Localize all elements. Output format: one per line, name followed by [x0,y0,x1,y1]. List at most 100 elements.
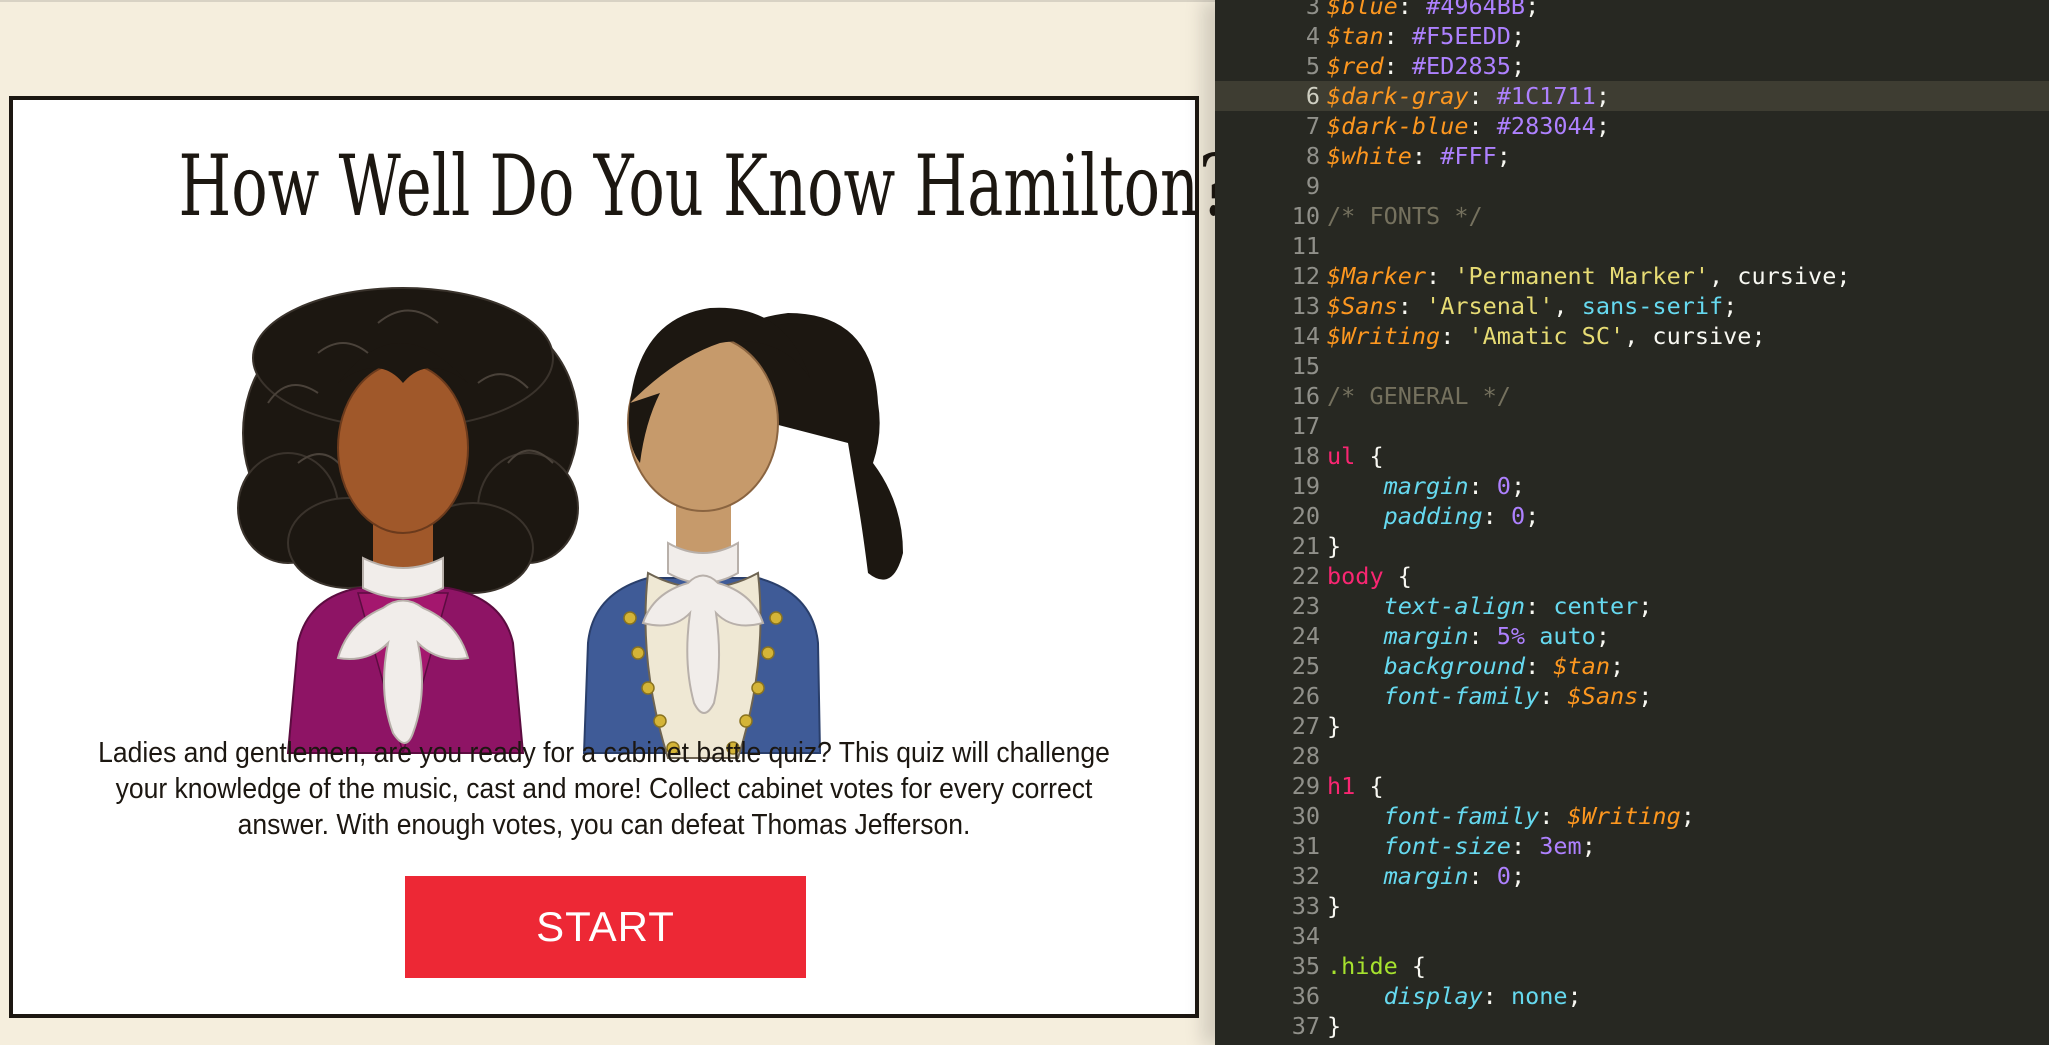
code-line[interactable]: 20 padding: 0; [1215,501,2049,531]
code-line[interactable]: 21} [1215,531,2049,561]
hamilton-figure [582,307,903,759]
code-line[interactable]: 4 $tan: #F5EEDD; [1215,21,2049,51]
start-button[interactable]: START [405,876,806,978]
code-token: : [1383,22,1412,50]
code-line[interactable]: 26 font-family: $Sans; [1215,681,2049,711]
code-text: h1 { [1327,771,1384,801]
code-token: $white [1327,142,1412,170]
code-line[interactable]: 9 [1215,171,2049,201]
code-line[interactable]: 6 $dark-gray: #1C1711; [1215,81,2049,111]
line-number: 11 [1291,232,1320,260]
code-line[interactable]: 37} [1215,1011,2049,1041]
code-token: } [1327,892,1342,920]
line-number: 32 [1291,862,1320,890]
code-line[interactable]: 28 [1215,741,2049,771]
code-line[interactable]: 5 $red: #ED2835; [1215,51,2049,81]
code-line[interactable]: 31 font-size: 3em; [1215,831,2049,861]
code-token: font-family [1383,682,1540,710]
code-line[interactable]: 19 margin: 0; [1215,471,2049,501]
code-line[interactable]: 11 [1215,231,2049,261]
code-line[interactable]: 3 $blue: #4964BB; [1215,0,2049,21]
code-line[interactable]: 22 body { [1215,561,2049,591]
code-editor[interactable]: 3 $blue: #4964BB; 4 $tan: #F5EEDD; 5 $red: #E… [1215,0,2049,1045]
line-number: 17 [1291,412,1320,440]
code-token: 3em [1539,832,1582,860]
code-line[interactable]: 14 $Writing: 'Amatic SC', cursive; [1215,321,2049,351]
line-number: 37 [1291,1012,1320,1040]
code-line[interactable]: 10/* FONTS */ [1215,201,2049,231]
code-text: $red: #ED2835; [1327,51,1525,81]
code-line[interactable]: 25 background: $tan; [1215,651,2049,681]
code-token: margin [1383,622,1469,650]
code-text: font-size: 3em; [1327,831,1596,861]
code-token: margin [1383,862,1469,890]
code-line[interactable]: 27} [1215,711,2049,741]
intro-paragraph: Ladies and gentlemen, are you ready for … [98,737,1110,841]
code-line[interactable]: 35 .hide { [1215,951,2049,981]
code-text: font-family: $Writing; [1327,801,1695,831]
line-number: 26 [1291,682,1320,710]
code-token: : [1482,982,1511,1010]
code-text: /* FONTS */ [1327,201,1483,231]
code-token: 0 [1510,502,1526,530]
code-token: } [1327,712,1342,740]
code-token: none [1510,982,1568,1010]
line-number: 6 [1305,82,1320,110]
code-token: $blue [1327,0,1398,20]
line-number: 13 [1291,292,1320,320]
code-text: $tan: #F5EEDD; [1327,21,1525,51]
code-token: : [1468,82,1497,110]
code-line[interactable]: 36 display: none; [1215,981,2049,1011]
code-text: $Marker: 'Permanent Marker', cursive; [1327,261,1851,291]
code-token: $dark-blue [1327,112,1469,140]
code-token: h1 [1327,772,1356,800]
code-token: .hide [1327,952,1398,980]
code-line[interactable]: 24 margin: 5% auto; [1215,621,2049,651]
code-token: ; [1510,862,1526,890]
code-text: margin: 0; [1327,861,1526,891]
code-token: , [1553,292,1582,320]
code-token: : [1468,112,1497,140]
code-line[interactable]: 38 [1215,1041,2049,1045]
code-token: #F5EEDD [1411,22,1511,50]
code-token: #1C1711 [1496,82,1596,110]
code-line[interactable]: 13 $Sans: 'Arsenal', sans-serif; [1215,291,2049,321]
code-token: ; [1496,142,1511,170]
code-line[interactable]: 30 font-family: $Writing; [1215,801,2049,831]
code-line[interactable]: 7 $dark-blue: #283044; [1215,111,2049,141]
code-line[interactable]: 16/* GENERAL */ [1215,381,2049,411]
code-line[interactable]: 18 ul { [1215,441,2049,471]
code-token: : [1468,862,1497,890]
code-line[interactable]: 32 margin: 0; [1215,861,2049,891]
code-line[interactable]: 33} [1215,891,2049,921]
code-token: $Marker [1327,262,1427,290]
code-token: : [1539,682,1568,710]
code-token: center [1553,592,1639,620]
code-token: ; [1567,982,1582,1010]
code-token: : [1539,802,1568,830]
code-token: ; [1595,622,1610,650]
code-line[interactable]: 23 text-align: center; [1215,591,2049,621]
code-text: $white: #FFF; [1327,141,1511,171]
code-line[interactable]: 17 [1215,411,2049,441]
code-text: $blue: #4964BB; [1327,0,1539,21]
code-token: : [1397,0,1427,20]
code-token: : [1468,622,1497,650]
code-token: $tan [1553,652,1610,680]
code-line[interactable]: 34 [1215,921,2049,951]
code-line[interactable]: 8 $white: #FFF; [1215,141,2049,171]
code-text: .hide { [1327,951,1426,981]
code-token: ; [1525,0,1540,20]
code-line[interactable]: 12 $Marker: 'Permanent Marker', cursive; [1215,261,2049,291]
code-token: : [1482,502,1511,530]
code-token: : [1411,142,1441,170]
code-line[interactable]: 15 [1215,351,2049,381]
code-line[interactable]: 29 h1 { [1215,771,2049,801]
